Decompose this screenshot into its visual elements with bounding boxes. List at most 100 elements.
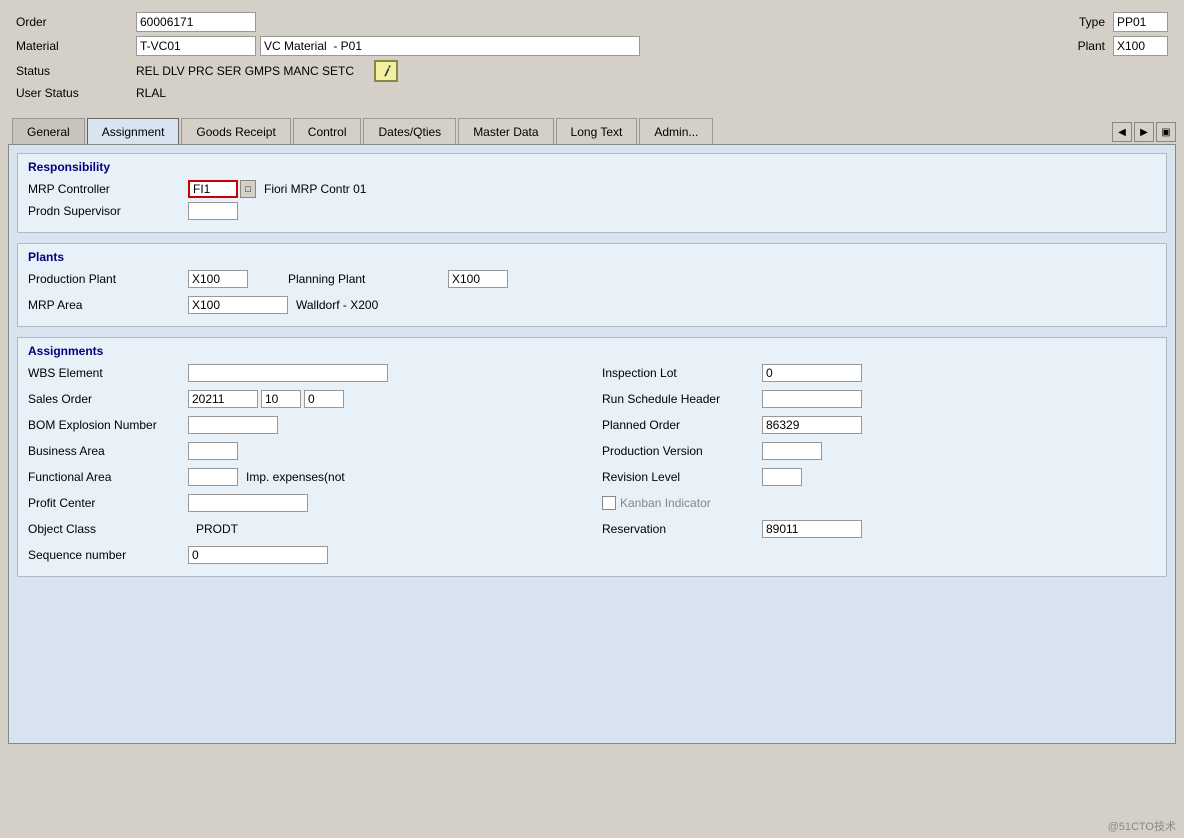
profit-center-input[interactable] [188, 494, 308, 512]
kanban-indicator-label: Kanban Indicator [620, 496, 711, 510]
production-version-row: Production Version [602, 442, 1156, 460]
tab-control[interactable]: Control [293, 118, 362, 144]
order-input[interactable] [136, 12, 256, 32]
assign-row7: Object Class PRODT Reservation [28, 520, 1156, 542]
assign-row3: BOM Explosion Number Planned Order [28, 416, 1156, 438]
inspection-lot-label: Inspection Lot [602, 366, 762, 380]
assignments-section: Assignments WBS Element Inspection Lot S… [17, 337, 1167, 577]
mrp-area-desc: Walldorf - X200 [296, 298, 378, 312]
mrp-area-input[interactable] [188, 296, 288, 314]
material-input[interactable] [136, 36, 256, 56]
bom-explosion-input[interactable] [188, 416, 278, 434]
sales-order-row: Sales Order [28, 390, 582, 408]
tab-next-button[interactable]: ▶ [1134, 122, 1154, 142]
imp-expenses-label: Imp. expenses(not [246, 470, 345, 484]
sales-order-input3[interactable] [304, 390, 344, 408]
sales-order-label: Sales Order [28, 392, 188, 406]
planned-order-label: Planned Order [602, 418, 762, 432]
responsibility-title: Responsibility [28, 160, 1156, 174]
mrp-controller-input[interactable] [188, 180, 238, 198]
object-class-value: PRODT [196, 522, 238, 536]
inspection-lot-row: Inspection Lot [602, 364, 1156, 382]
header-right-plant: Plant [1078, 36, 1168, 56]
business-area-input[interactable] [188, 442, 238, 460]
responsibility-section: Responsibility MRP Controller □ Fiori MR… [17, 153, 1167, 233]
material-desc-input[interactable] [260, 36, 640, 56]
kanban-indicator-row: Kanban Indicator [602, 494, 1156, 512]
planning-plant-label: Planning Plant [288, 272, 448, 286]
info-icon[interactable]: 𝑖 [374, 60, 398, 82]
tab-nav-area: ◀ ▶ ▣ [1112, 122, 1176, 142]
run-schedule-header-input[interactable] [762, 390, 862, 408]
tab-dates-qties[interactable]: Dates/Qties [363, 118, 456, 144]
tab-admin[interactable]: Admin... [639, 118, 713, 144]
tab-general[interactable]: General [12, 118, 85, 144]
mrp-controller-desc: Fiori MRP Contr 01 [264, 182, 366, 196]
object-class-row: Object Class PRODT [28, 520, 582, 538]
status-row: Status REL DLV PRC SER GMPS MANC SETC 𝑖 [16, 60, 1168, 82]
prodn-supervisor-row: Prodn Supervisor [28, 202, 1156, 220]
material-label: Material [16, 39, 136, 53]
plants-title: Plants [28, 250, 1156, 264]
revision-level-input[interactable] [762, 468, 802, 486]
inspection-lot-input[interactable] [762, 364, 862, 382]
kanban-checkbox[interactable] [602, 496, 616, 510]
business-area-row: Business Area [28, 442, 582, 460]
user-status-row: User Status RLAL [16, 86, 1168, 100]
plant-label: Plant [1078, 39, 1105, 53]
tab-master-data[interactable]: Master Data [458, 118, 553, 144]
tab-expand-button[interactable]: ▣ [1156, 122, 1176, 142]
sequence-number-input[interactable] [188, 546, 328, 564]
wbs-element-row: WBS Element [28, 364, 582, 382]
watermark: @51CTO技术 [1108, 818, 1176, 834]
assign-row5: Functional Area Imp. expenses(not Revisi… [28, 468, 1156, 490]
revision-level-label: Revision Level [602, 470, 762, 484]
assign-row6: Profit Center Kanban Indicator [28, 494, 1156, 516]
plant-input[interactable] [1113, 36, 1168, 56]
sales-order-input1[interactable] [188, 390, 258, 408]
order-row: Order Type [16, 12, 1168, 32]
planned-order-input[interactable] [762, 416, 862, 434]
tab-goods-receipt[interactable]: Goods Receipt [181, 118, 290, 144]
mrp-controller-btn[interactable]: □ [240, 180, 256, 198]
wbs-element-input[interactable] [188, 364, 388, 382]
planning-plant-row: Planning Plant [288, 270, 508, 288]
content-area: Responsibility MRP Controller □ Fiori MR… [8, 144, 1176, 744]
user-status-value: RLAL [136, 86, 166, 100]
tab-long-text[interactable]: Long Text [556, 118, 638, 144]
functional-area-input[interactable] [188, 468, 238, 486]
user-status-label: User Status [16, 86, 136, 100]
run-schedule-header-row: Run Schedule Header [602, 390, 1156, 408]
order-label: Order [16, 15, 136, 29]
sequence-number-label: Sequence number [28, 548, 188, 562]
production-plant-row: Production Plant [28, 270, 248, 288]
planning-plant-input[interactable] [448, 270, 508, 288]
header-section: Order Type Material Plant Status REL DLV… [8, 8, 1176, 112]
tab-assignment[interactable]: Assignment [87, 118, 180, 144]
mrp-area-row: MRP Area Walldorf - X200 [28, 296, 1156, 314]
plants-row1: Production Plant Planning Plant [28, 270, 1156, 292]
production-version-label: Production Version [602, 444, 762, 458]
type-input[interactable] [1113, 12, 1168, 32]
production-plant-input[interactable] [188, 270, 248, 288]
mrp-controller-row: MRP Controller □ Fiori MRP Contr 01 [28, 180, 1156, 198]
sales-order-input2[interactable] [261, 390, 301, 408]
planned-order-row: Planned Order [602, 416, 1156, 434]
wbs-element-label: WBS Element [28, 366, 188, 380]
type-label: Type [1079, 15, 1105, 29]
mrp-controller-label: MRP Controller [28, 182, 188, 196]
tab-prev-button[interactable]: ◀ [1112, 122, 1132, 142]
production-version-input[interactable] [762, 442, 822, 460]
mrp-area-label: MRP Area [28, 298, 188, 312]
business-area-label: Business Area [28, 444, 188, 458]
production-plant-label: Production Plant [28, 272, 188, 286]
reservation-label: Reservation [602, 522, 762, 536]
reservation-input[interactable] [762, 520, 862, 538]
prodn-supervisor-input[interactable] [188, 202, 238, 220]
sequence-number-row: Sequence number [28, 546, 1156, 564]
revision-level-row: Revision Level [602, 468, 1156, 486]
material-row: Material Plant [16, 36, 1168, 56]
bom-explosion-label: BOM Explosion Number [28, 418, 188, 432]
tabs-bar: General Assignment Goods Receipt Control… [8, 118, 1176, 144]
assignments-title: Assignments [28, 344, 1156, 358]
